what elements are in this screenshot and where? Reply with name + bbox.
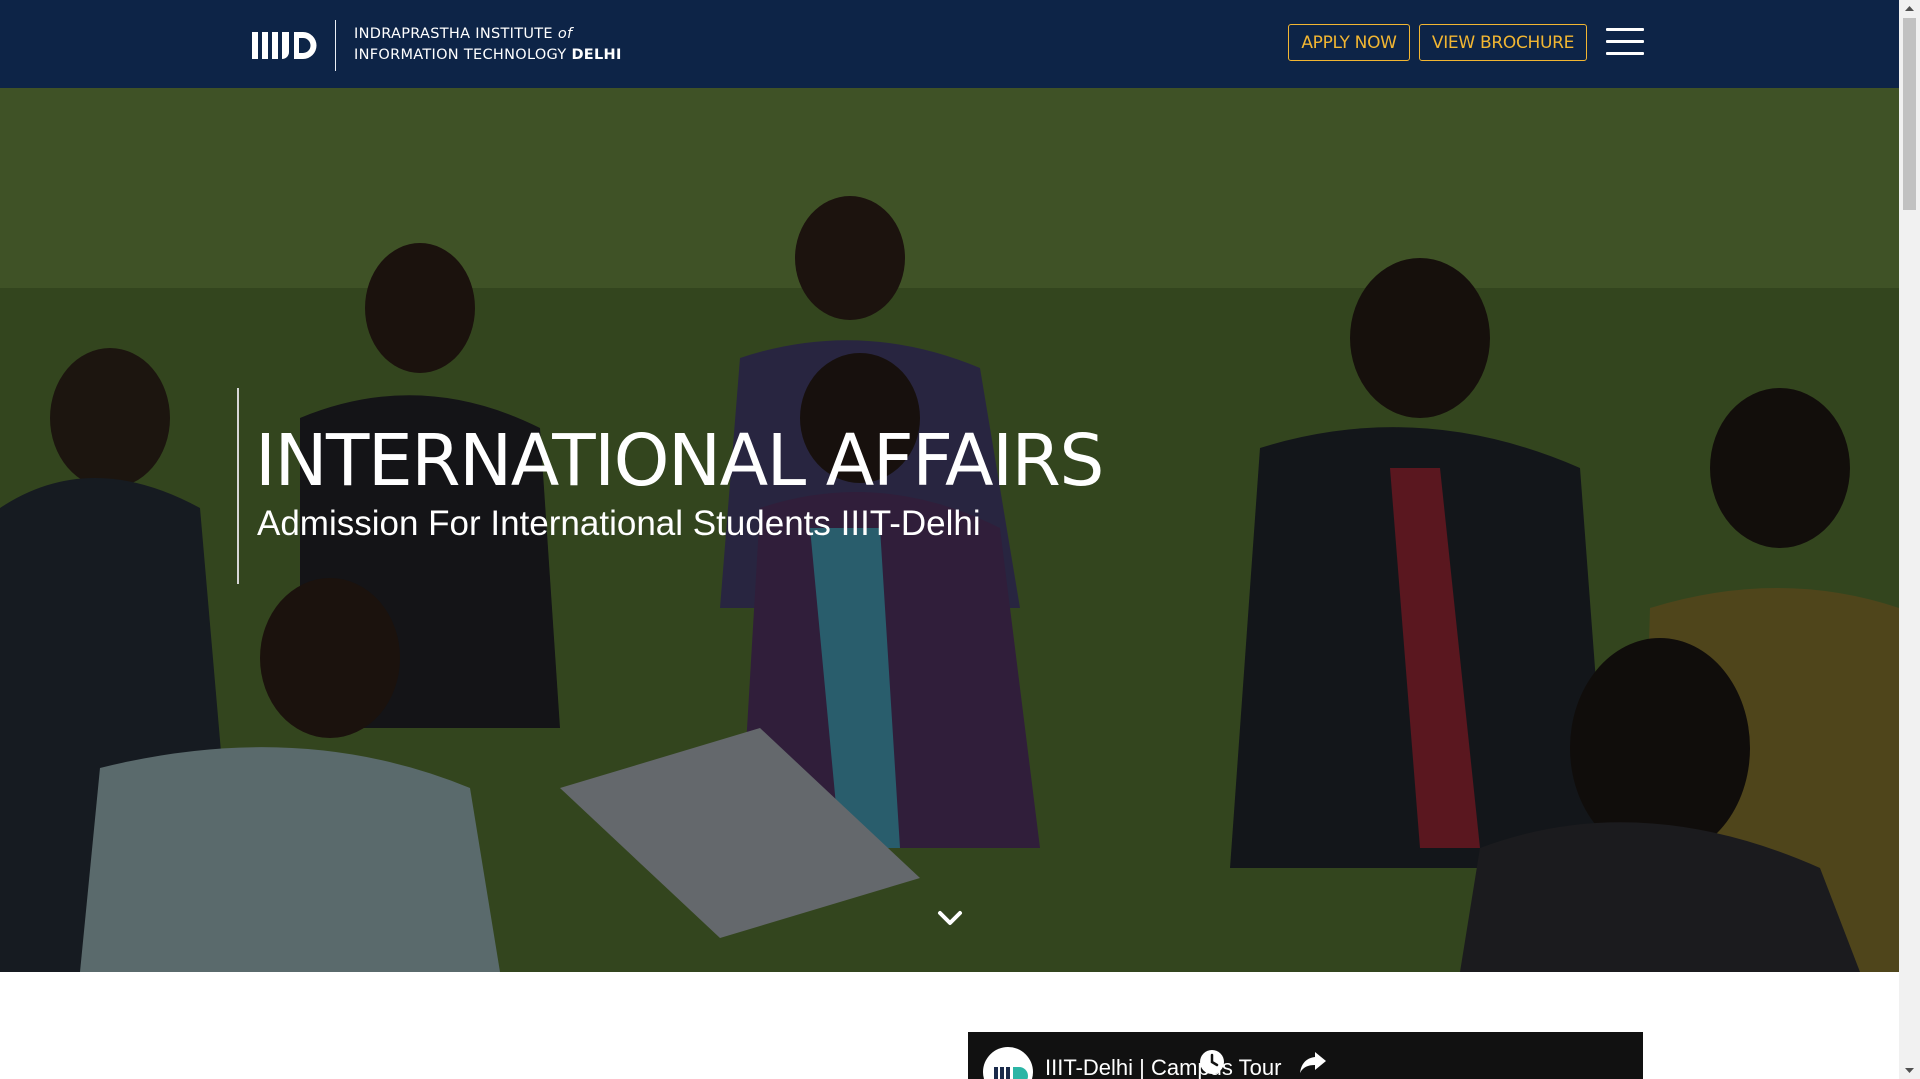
logo-divider: [335, 19, 336, 71]
view-brochure-button[interactable]: VIEW BROCHURE: [1419, 24, 1587, 61]
institute-name-line2: INFORMATION TECHNOLOGY: [354, 47, 567, 63]
institute-name-delhi: DELHI: [571, 47, 622, 63]
page-scrollbar[interactable]: [1899, 0, 1920, 1079]
hero-banner: INTERNATIONAL AFFAIRS Admission For Inte…: [0, 88, 1899, 972]
iiitd-avatar-logo: [994, 1067, 1028, 1079]
share-icon[interactable]: [1299, 1050, 1327, 1074]
iiitd-logo[interactable]: INDRAPRASTHA INSTITUTE of INFORMATION TE…: [252, 19, 622, 71]
page-title: INTERNATIONAL AFFAIRS: [255, 419, 1104, 502]
scroll-up-arrow-icon[interactable]: [1899, 0, 1920, 17]
iiitd-logo-mark: [252, 32, 317, 59]
channel-avatar[interactable]: [983, 1047, 1033, 1079]
institute-name: INDRAPRASTHA INSTITUTE of INFORMATION TE…: [354, 24, 622, 66]
site-header: INDRAPRASTHA INSTITUTE of INFORMATION TE…: [0, 0, 1899, 88]
page-subtitle: Admission For International Students III…: [257, 504, 981, 543]
scrollbar-thumb[interactable]: [1903, 18, 1916, 210]
menu-bar: [1606, 40, 1644, 43]
chevron-down-icon[interactable]: [936, 908, 964, 928]
menu-bar: [1606, 28, 1644, 31]
menu-bar: [1606, 52, 1644, 55]
hero-accent-rule: [237, 388, 239, 584]
campus-tour-video[interactable]: IIIT-Delhi | Campus Tour: [968, 1032, 1643, 1079]
scroll-down-arrow-icon[interactable]: [1899, 1062, 1920, 1079]
apply-now-button[interactable]: APPLY NOW: [1288, 24, 1410, 61]
institute-name-line1: INDRAPRASTHA INSTITUTE: [354, 26, 553, 42]
video-title[interactable]: IIIT-Delhi | Campus Tour: [1045, 1055, 1281, 1079]
institute-name-of: of: [557, 26, 573, 42]
clock-icon[interactable]: [1199, 1049, 1225, 1075]
hamburger-menu-icon[interactable]: [1606, 28, 1644, 56]
